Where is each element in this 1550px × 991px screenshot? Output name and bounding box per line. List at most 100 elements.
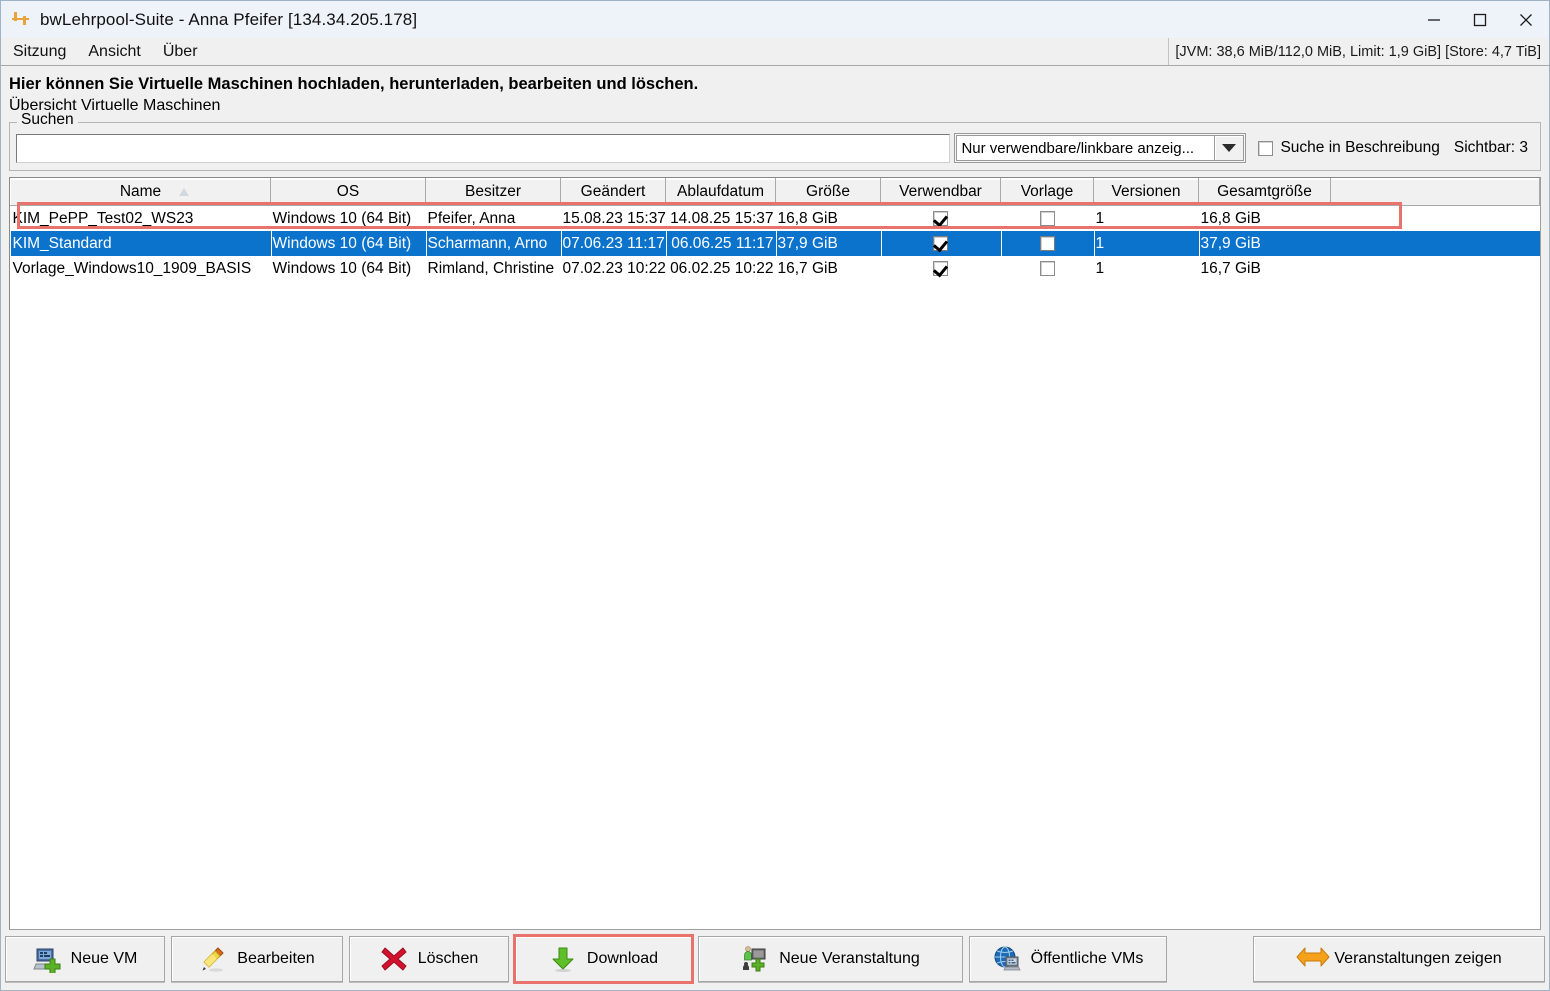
new-event-button[interactable]: Neue Veranstaltung: [698, 936, 963, 982]
checkbox-checked-icon[interactable]: [933, 235, 948, 251]
menu-bar: Sitzung Ansicht Über [JVM: 38,6 MiB/112,…: [1, 38, 1549, 66]
sort-ascending-icon: [179, 188, 190, 196]
column-header-versionen[interactable]: Versionen: [1093, 178, 1199, 206]
column-header-groesse[interactable]: Größe: [775, 178, 881, 206]
column-header-verwendbar[interactable]: Verwendbar: [880, 178, 1001, 206]
chevron-down-icon[interactable]: [1214, 135, 1245, 161]
checkbox-box-icon[interactable]: [1258, 140, 1274, 156]
globe-computer-icon: [993, 945, 1021, 973]
column-header-name-label: Name: [119, 183, 162, 200]
cell-os: Windows 10 (64 Bit): [270, 231, 426, 256]
app-logo-icon: [10, 9, 32, 31]
cell-versions: 1: [1093, 231, 1199, 256]
page-subtitle: Übersicht Virtuelle Maschinen: [9, 97, 221, 114]
column-header-ablaufdatum[interactable]: Ablaufdatum: [665, 178, 776, 206]
cell-size: 16,7 GiB: [777, 259, 838, 277]
cell-filler: [1331, 256, 1540, 281]
table-row[interactable]: Vorlage_Windows10_1909_BASIS Windows 10 …: [11, 256, 1540, 281]
delete-button[interactable]: Löschen: [349, 936, 509, 982]
window-controls: [1411, 1, 1549, 38]
search-section: Suchen Nur verwendbare/linkbare anzeig..…: [1, 112, 1549, 171]
search-input[interactable]: [16, 133, 951, 163]
vm-table-container: Name OS Besitzer Geändert Ablaufdatum Gr…: [9, 177, 1541, 930]
cell-expiry: 06.02.25 10:22: [670, 259, 774, 277]
menu-item-ansicht[interactable]: Ansicht: [78, 41, 150, 63]
show-events-button[interactable]: Veranstaltungen zeigen: [1253, 936, 1545, 982]
cell-changed: 07.02.23 10:22: [562, 259, 666, 277]
menu-item-sitzung[interactable]: Sitzung: [3, 41, 76, 63]
cell-versions: 1: [1095, 209, 1105, 227]
column-header-os[interactable]: OS: [270, 178, 426, 206]
cell-usable[interactable]: [881, 206, 1001, 232]
cell-changed: 07.06.23 11:17: [560, 231, 666, 256]
close-icon[interactable]: [1503, 1, 1549, 38]
cell-filler: [1331, 206, 1540, 232]
checkbox-unchecked-icon[interactable]: [1039, 235, 1055, 251]
show-events-button-label: Veranstaltungen zeigen: [1334, 950, 1502, 967]
window-title: bwLehrpool-Suite - Anna Pfeifer [134.34.…: [40, 9, 418, 29]
jvm-memory-status: [JVM: 38,6 MiB/112,0 MiB, Limit: 1,9 GiB…: [1168, 38, 1547, 65]
cell-total: 37,9 GiB: [1198, 231, 1331, 256]
search-in-description-checkbox[interactable]: Suche in Beschreibung: [1258, 139, 1440, 157]
filter-dropdown[interactable]: Nur verwendbare/linkbare anzeig...: [954, 133, 1247, 163]
checkbox-checked-icon[interactable]: [933, 210, 948, 226]
vm-table-body: KIM_PePP_Test02_WS23 Windows 10 (64 Bit)…: [10, 206, 1540, 282]
cell-size: 16,8 GiB: [777, 209, 838, 227]
page-headline: Hier können Sie Virtuelle Maschinen hoch…: [9, 75, 699, 93]
column-header-geaendert[interactable]: Geändert: [560, 178, 666, 206]
new-vm-button[interactable]: Neue VM: [5, 936, 165, 982]
computer-plus-icon: [32, 945, 61, 973]
table-row[interactable]: KIM_PePP_Test02_WS23 Windows 10 (64 Bit)…: [11, 206, 1540, 232]
cell-owner: Rimland, Christine: [427, 259, 555, 277]
column-header-gesamtgroesse[interactable]: Gesamtgröße: [1198, 178, 1331, 206]
search-groupbox: Suchen Nur verwendbare/linkbare anzeig..…: [9, 112, 1541, 171]
cell-filler: [1330, 231, 1540, 256]
new-event-button-label: Neue Veranstaltung: [779, 950, 920, 967]
page-header: Hier können Sie Virtuelle Maschinen hoch…: [1, 66, 1549, 116]
minimize-icon[interactable]: [1411, 1, 1457, 38]
red-x-icon: [380, 945, 408, 973]
public-vms-button-label: Öffentliche VMs: [1030, 950, 1144, 967]
menu-item-ueber[interactable]: Über: [153, 41, 208, 63]
title-bar: bwLehrpool-Suite - Anna Pfeifer [134.34.…: [1, 1, 1549, 38]
visible-count-label: Sichtbar: 3: [1453, 139, 1528, 156]
maximize-icon[interactable]: [1457, 1, 1503, 38]
table-header-row: Name OS Besitzer Geändert Ablaufdatum Gr…: [10, 178, 1540, 206]
download-button-label: Download: [586, 950, 659, 967]
cell-os: Windows 10 (64 Bit): [272, 259, 412, 277]
orange-double-arrow-icon: [1296, 945, 1330, 973]
cell-usable[interactable]: [881, 256, 1001, 281]
checkbox-unchecked-icon[interactable]: [1039, 260, 1055, 276]
column-header-vorlage[interactable]: Vorlage: [1000, 178, 1094, 206]
cell-owner: Scharmann, Arno: [425, 231, 561, 256]
download-arrow-icon: [549, 945, 577, 973]
cell-owner: Pfeifer, Anna: [427, 209, 516, 227]
cell-template[interactable]: [1000, 231, 1094, 256]
edit-button[interactable]: Bearbeiten: [171, 936, 343, 982]
cell-expiry: 14.08.25 15:37: [670, 209, 774, 227]
cell-name: Vorlage_Windows10_1909_BASIS: [12, 259, 252, 277]
cell-template[interactable]: [1001, 206, 1094, 232]
edit-button-label: Bearbeiten: [237, 950, 315, 967]
cell-changed: 15.08.23 15:37: [562, 209, 666, 227]
table-row[interactable]: KIM_Standard Windows 10 (64 Bit) Scharma…: [10, 231, 1540, 256]
cell-usable[interactable]: [880, 231, 1001, 256]
column-header-name[interactable]: Name: [10, 178, 271, 206]
column-header-besitzer[interactable]: Besitzer: [425, 178, 561, 206]
column-header-filler: [1330, 178, 1540, 206]
cell-versions: 1: [1095, 259, 1105, 277]
download-button[interactable]: Download: [513, 934, 694, 984]
application-window: bwLehrpool-Suite - Anna Pfeifer [134.34.…: [0, 0, 1550, 991]
cell-total: 16,7 GiB: [1200, 259, 1261, 277]
people-computer-plus-icon: [741, 945, 769, 973]
vm-table: Name OS Besitzer Geändert Ablaufdatum Gr…: [10, 178, 1540, 281]
search-in-description-label: Suche in Beschreibung: [1280, 139, 1440, 156]
cell-template[interactable]: [1001, 256, 1094, 281]
cell-name: KIM_Standard: [10, 231, 271, 256]
search-groupbox-legend: Suchen: [17, 112, 78, 128]
new-vm-button-label: Neue VM: [70, 950, 138, 967]
public-vms-button[interactable]: Öffentliche VMs: [969, 936, 1167, 982]
checkbox-checked-icon[interactable]: [933, 260, 948, 276]
delete-button-label: Löschen: [417, 950, 479, 967]
checkbox-unchecked-icon[interactable]: [1039, 210, 1055, 226]
